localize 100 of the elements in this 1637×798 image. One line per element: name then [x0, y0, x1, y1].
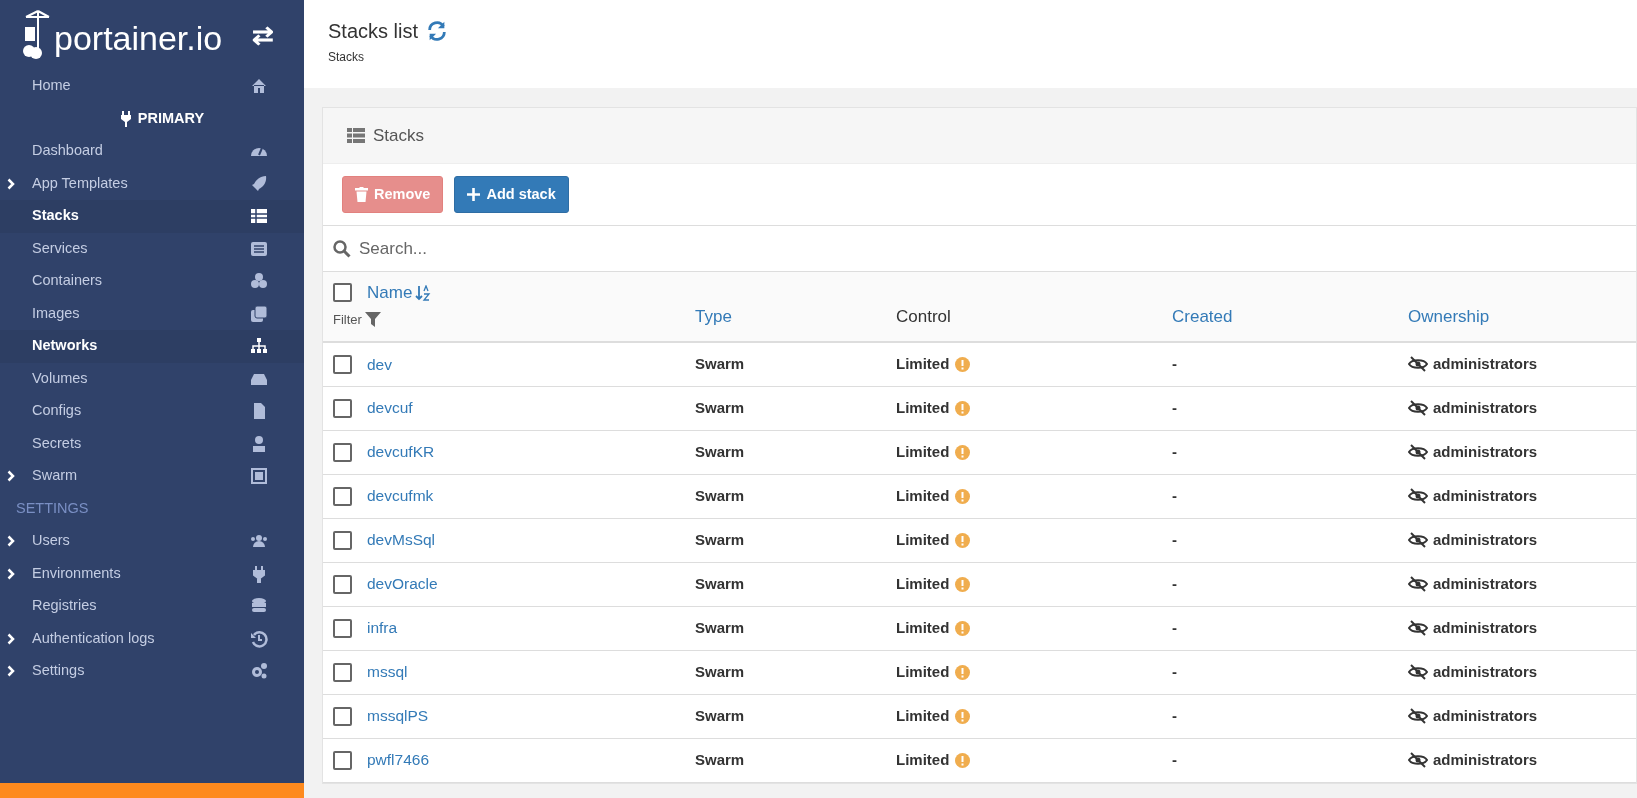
- sidebar-item[interactable]: Secrets: [0, 427, 304, 460]
- table-icon: [250, 207, 268, 226]
- row-checkbox[interactable]: [333, 398, 352, 418]
- column-header: Control: [896, 306, 951, 326]
- sidebar-item[interactable]: App Templates: [0, 167, 304, 200]
- eye-slash-icon: [1408, 752, 1428, 768]
- select-all-checkbox[interactable]: [333, 283, 352, 303]
- sort-ascending-icon[interactable]: [415, 284, 432, 301]
- table-cell-text: Limited: [896, 749, 950, 770]
- table-cell: -: [1172, 750, 1177, 768]
- table-cell-text: Limited: [896, 485, 950, 506]
- stack-name-link[interactable]: pwfl7466: [367, 748, 430, 772]
- sidebar-item[interactable]: Authentication logs: [0, 622, 304, 655]
- refresh-icon[interactable]: [426, 20, 449, 42]
- table-cell: Swarm: [695, 355, 745, 372]
- table-cell: Swarm: [695, 486, 745, 504]
- warning-icon: [955, 444, 971, 460]
- row-checkbox[interactable]: [333, 706, 352, 726]
- stack-name-link[interactable]: infra: [367, 616, 398, 640]
- history-icon: [250, 629, 268, 648]
- filter-icon[interactable]: [364, 311, 381, 328]
- list-icon: [250, 239, 268, 258]
- table-cell-text: administrators: [1433, 617, 1538, 638]
- row-checkbox[interactable]: [333, 354, 352, 374]
- chevron-right-icon[interactable]: [7, 177, 15, 190]
- table-cell-text: administrators: [1433, 485, 1538, 506]
- table-cell-text: administrators: [1433, 749, 1538, 770]
- stack-name-link[interactable]: dev: [367, 352, 392, 376]
- stack-name-link[interactable]: devcufKR: [367, 440, 435, 464]
- chevron-right-icon[interactable]: [7, 665, 15, 677]
- chevron-right-icon[interactable]: [7, 632, 15, 645]
- stack-name-link[interactable]: devMsSql: [367, 528, 436, 552]
- eye-slash-icon: [1408, 708, 1428, 724]
- table-cell: -: [1172, 530, 1177, 548]
- sidebar-item[interactable]: Settings: [0, 655, 304, 688]
- rocket-icon: [250, 174, 268, 193]
- table-cell: Swarm: [695, 398, 745, 416]
- table-cell-text: administrators: [1433, 705, 1538, 726]
- table-cell: Swarm: [695, 442, 745, 460]
- warning-icon: [955, 576, 971, 592]
- eye-slash-icon: [1408, 532, 1428, 548]
- column-header[interactable]: Ownership: [1408, 306, 1490, 326]
- search-field[interactable]: Search...: [359, 235, 1626, 262]
- sidebar-item[interactable]: Users: [0, 525, 304, 558]
- trash-icon: [355, 187, 368, 202]
- chevron-right-icon[interactable]: [7, 470, 15, 482]
- table-cell: Swarm: [695, 618, 745, 636]
- plug-icon: [250, 564, 268, 583]
- add-stack-button[interactable]: Add stack: [454, 176, 569, 213]
- row-checkbox[interactable]: [333, 442, 352, 462]
- row-checkbox[interactable]: [333, 618, 352, 638]
- sidebar-item[interactable]: Configs: [0, 395, 304, 428]
- table-cell: -: [1172, 662, 1177, 680]
- filter-label[interactable]: Filter: [333, 309, 362, 329]
- chevron-right-icon[interactable]: [7, 567, 15, 580]
- sidebar-item[interactable]: Networks: [0, 330, 304, 363]
- sidebar-item[interactable]: Stacks: [0, 200, 304, 233]
- sidebar-item[interactable]: Services: [0, 232, 304, 265]
- page-title: Stacks list: [328, 19, 419, 44]
- stack-name-link[interactable]: mssql: [367, 660, 408, 684]
- table-cell: -: [1172, 574, 1177, 592]
- sidebar-item[interactable]: Registries: [0, 590, 304, 623]
- row-checkbox[interactable]: [333, 574, 352, 594]
- warning-icon: [955, 356, 971, 372]
- row-checkbox[interactable]: [333, 486, 352, 506]
- sidebar-item[interactable]: Images: [0, 297, 304, 330]
- table-cell-text: Limited: [896, 529, 950, 550]
- table-cell: -: [1172, 486, 1177, 504]
- sidebar-item[interactable]: Swarm: [0, 460, 304, 493]
- eye-slash-icon: [1408, 620, 1428, 636]
- stack-name-link[interactable]: devcufmk: [367, 484, 434, 508]
- row-checkbox[interactable]: [333, 750, 352, 770]
- table-cell-text: Limited: [896, 705, 950, 726]
- sidebar-item[interactable]: Home: [0, 70, 304, 103]
- stack-name-link[interactable]: devOracle: [367, 572, 438, 596]
- column-header[interactable]: Type: [695, 306, 732, 326]
- sidebar-toggle-icon[interactable]: ⇄: [252, 15, 274, 55]
- table-cell-text: Limited: [896, 617, 950, 638]
- sidebar-item[interactable]: Environments: [0, 557, 304, 590]
- warning-icon: [955, 708, 971, 724]
- row-checkbox[interactable]: [333, 530, 352, 550]
- sitemap-icon: [250, 337, 268, 356]
- breadcrumb: Stacks: [328, 49, 365, 66]
- stack-name-link[interactable]: mssqlPS: [367, 704, 429, 728]
- row-checkbox[interactable]: [333, 662, 352, 682]
- eye-slash-icon: [1408, 444, 1428, 460]
- table-cell: Swarm: [695, 530, 745, 548]
- stack-name-link[interactable]: devcuf: [367, 396, 413, 420]
- sidebar-item[interactable]: Dashboard: [0, 135, 304, 168]
- chevron-right-icon[interactable]: [7, 535, 15, 547]
- eye-slash-icon: [1408, 576, 1428, 592]
- table-cell-text: administrators: [1433, 397, 1538, 418]
- sidebar-item[interactable]: Volumes: [0, 362, 304, 395]
- column-header[interactable]: Name: [367, 280, 413, 306]
- warning-icon: [955, 752, 971, 768]
- sidebar-item[interactable]: Containers: [0, 265, 304, 298]
- column-header[interactable]: Created: [1172, 306, 1233, 326]
- table-cell-text: administrators: [1433, 441, 1538, 462]
- table-cell-text: Limited: [896, 661, 950, 682]
- cubes-icon: [250, 272, 268, 291]
